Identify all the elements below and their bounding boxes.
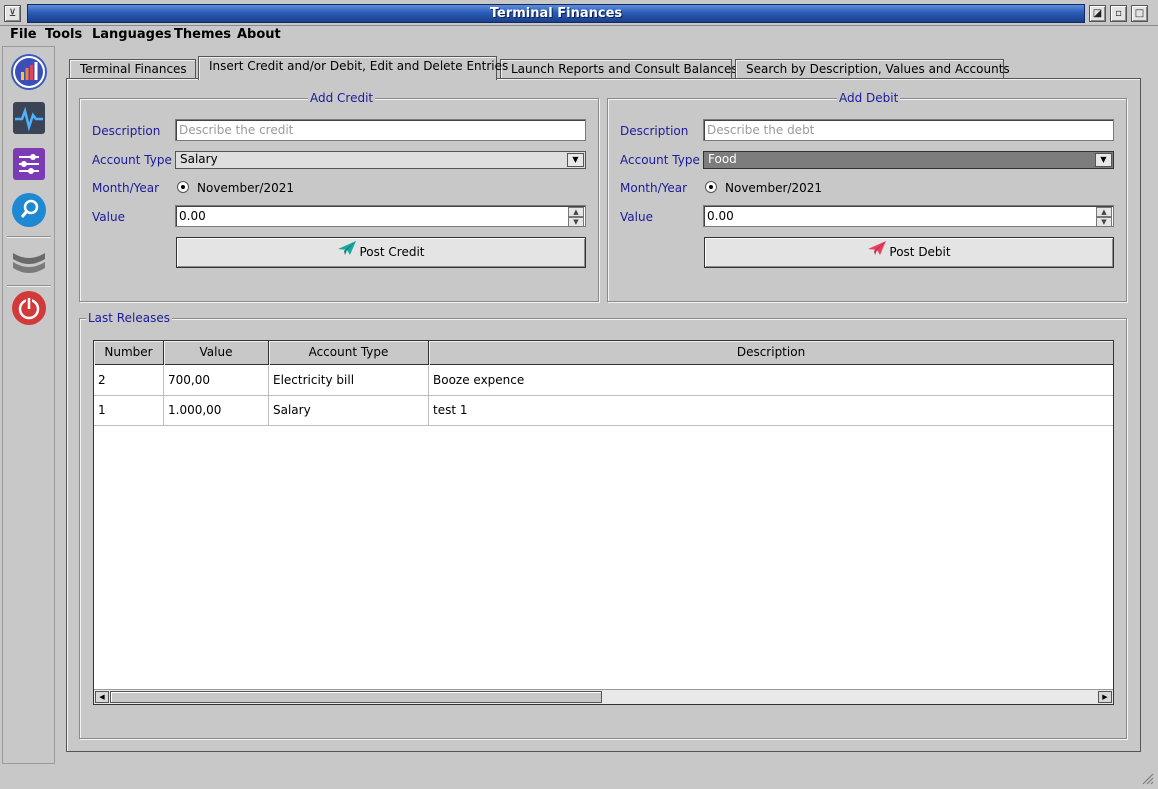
debit-month-year-radio[interactable] <box>705 181 717 193</box>
restore-icon: ▫ <box>1115 8 1122 19</box>
credit-description-input[interactable]: Describe the credit <box>175 119 586 141</box>
debit-value-decrement[interactable]: ▼ <box>1096 217 1112 227</box>
scroll-right-button[interactable]: ▶ <box>1098 691 1112 703</box>
menu-languages[interactable]: Languages <box>92 27 172 42</box>
paper-plane-icon <box>337 238 357 267</box>
post-credit-button[interactable]: Post Credit <box>176 237 586 268</box>
column-header-description[interactable]: Description <box>429 341 1113 365</box>
power-icon[interactable] <box>11 290 47 326</box>
post-debit-label: Post Debit <box>889 245 951 259</box>
tab-insert-credit-debit[interactable]: Insert Credit and/or Debit, Edit and Del… <box>198 56 508 80</box>
cell-number[interactable]: 2 <box>94 366 164 396</box>
window-title: Terminal Finances <box>489 6 623 21</box>
maximize-icon: □ <box>1134 8 1145 19</box>
tab-search[interactable]: Search by Description, Values and Accoun… <box>735 59 1010 79</box>
table-row[interactable]: 2 700,00 Electricity bill Booze expence <box>94 366 1113 396</box>
debit-account-type-label: Account Type <box>620 153 700 167</box>
restore-button[interactable]: ▫ <box>1110 5 1127 22</box>
title-bar: ⊻ Terminal Finances ◪ ▫ □ <box>0 0 1158 26</box>
cell-description[interactable]: Booze expence <box>429 366 1113 396</box>
toolbar-separator <box>7 236 51 238</box>
credit-month-year-label: Month/Year <box>92 181 160 195</box>
window-menu-button[interactable]: ⊻ <box>4 5 21 22</box>
column-header-number[interactable]: Number <box>94 341 164 365</box>
toolbar-separator <box>7 285 51 287</box>
debit-month-year-value: November/2021 <box>725 181 823 195</box>
horizontal-scrollbar[interactable]: ◀ ▶ <box>94 689 1113 704</box>
cell-number[interactable]: 1 <box>94 396 164 426</box>
credit-value-decrement[interactable]: ▼ <box>568 217 584 227</box>
add-debit-title: Add Debit <box>837 91 901 105</box>
add-credit-title: Add Credit <box>308 91 376 105</box>
left-toolbar <box>2 46 55 764</box>
menu-file[interactable]: File <box>10 27 37 42</box>
minimize-button[interactable]: ◪ <box>1089 5 1106 22</box>
credit-description-label: Description <box>92 124 161 138</box>
debit-value-increment[interactable]: ▲ <box>1096 207 1112 217</box>
maximize-button[interactable]: □ <box>1131 5 1148 22</box>
credit-account-type-value: Salary <box>180 152 218 166</box>
search-magnifier-icon[interactable] <box>11 192 47 228</box>
cell-value[interactable]: 700,00 <box>164 366 269 396</box>
cell-account-type[interactable]: Salary <box>269 396 429 426</box>
credit-value-input[interactable]: 0.00 <box>175 205 586 227</box>
debit-account-type-select[interactable]: Food ▼ <box>703 151 1114 169</box>
resize-grip-icon[interactable] <box>1140 771 1154 785</box>
report-chart-icon[interactable] <box>11 54 47 90</box>
title-strip[interactable]: Terminal Finances <box>27 4 1085 23</box>
last-releases-title: Last Releases <box>86 311 172 325</box>
credit-value-increment[interactable]: ▲ <box>568 207 584 217</box>
tab-terminal-finances[interactable]: Terminal Finances <box>69 59 196 79</box>
debit-account-type-value: Food <box>708 152 737 166</box>
chevron-down-icon[interactable]: ▼ <box>567 153 584 167</box>
credit-account-type-select[interactable]: Salary ▼ <box>175 151 586 169</box>
table-row[interactable]: 1 1.000,00 Salary test 1 <box>94 396 1113 426</box>
debit-value-input[interactable]: 0.00 <box>703 205 1114 227</box>
post-credit-label: Post Credit <box>359 245 425 259</box>
debit-description-label: Description <box>620 124 689 138</box>
paper-plane-icon <box>867 238 887 267</box>
post-debit-button[interactable]: Post Debit <box>704 237 1114 268</box>
menu-themes[interactable]: Themes <box>174 27 231 42</box>
cell-account-type[interactable]: Electricity bill <box>269 366 429 396</box>
column-header-account-type[interactable]: Account Type <box>269 341 429 365</box>
column-header-value[interactable]: Value <box>164 341 269 365</box>
menu-tools[interactable]: Tools <box>45 27 82 42</box>
sliders-settings-icon[interactable] <box>11 146 47 182</box>
menu-about[interactable]: About <box>237 27 281 42</box>
cell-description[interactable]: test 1 <box>429 396 1113 426</box>
credit-month-year-value: November/2021 <box>197 181 295 195</box>
releases-table[interactable]: Number Value Account Type Description 2 … <box>93 340 1114 705</box>
credit-value-label: Value <box>92 210 125 224</box>
debit-month-year-label: Month/Year <box>620 181 688 195</box>
credit-month-year-radio[interactable] <box>177 181 189 193</box>
scroll-left-button[interactable]: ◀ <box>95 691 109 703</box>
credit-account-type-label: Account Type <box>92 153 172 167</box>
database-icon[interactable] <box>11 241 47 277</box>
tab-launch-reports[interactable]: Launch Reports and Consult Balances <box>500 59 738 79</box>
scrollbar-thumb[interactable] <box>110 691 602 703</box>
activity-pulse-icon[interactable] <box>11 100 47 136</box>
window-menu-icon: ⊻ <box>8 8 17 19</box>
chevron-down-icon[interactable]: ▼ <box>1095 153 1112 167</box>
cell-value[interactable]: 1.000,00 <box>164 396 269 426</box>
minimize-icon: ◪ <box>1092 8 1103 19</box>
debit-value-label: Value <box>620 210 653 224</box>
debit-description-input[interactable]: Describe the debt <box>703 119 1114 141</box>
table-header: Number Value Account Type Description <box>94 341 1113 365</box>
menu-bar: File Tools Languages Themes About <box>0 26 1158 44</box>
